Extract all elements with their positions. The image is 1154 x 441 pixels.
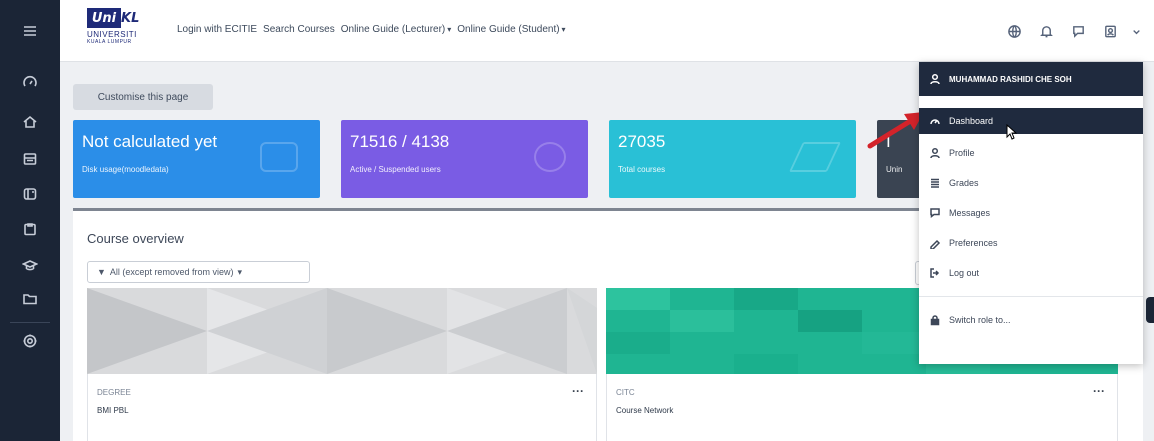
menu-item-profile[interactable]: Profile <box>919 140 1143 166</box>
stat-label: Unin <box>886 165 903 174</box>
stat-value: Not calculated yet <box>82 132 218 151</box>
menu-item-label: Switch role to... <box>949 315 1011 325</box>
menu-item-label: Messages <box>949 208 991 218</box>
logo-uni: Uni <box>87 8 121 28</box>
drawer-toggle-tab[interactable] <box>1146 297 1154 323</box>
user-name: MUHAMMAD RASHIDI CHE SOH <box>949 74 1072 84</box>
preferences-icon <box>930 239 941 249</box>
profile-icon <box>930 147 940 159</box>
unikl-logo[interactable]: Uni KL UNIVERSITI KUALA LUMPUR <box>87 8 155 56</box>
nav-online-guide-student[interactable]: Online Guide (Student) ▾ <box>457 24 565 35</box>
dashboard-icon[interactable] <box>0 67 60 97</box>
logout-icon <box>930 268 940 278</box>
user-menu-header[interactable]: MUHAMMAD RASHIDI CHE SOH <box>919 62 1143 96</box>
messages-icon <box>930 208 940 219</box>
stat-label: Disk usage(moodledata) <box>82 165 169 174</box>
stat-card-users: 71516 / 4138 Active / Suspended users <box>341 120 588 198</box>
course-filter-dropdown[interactable]: ▼ All (except removed from view) ▾ <box>87 261 310 283</box>
courses-icon[interactable] <box>0 179 60 209</box>
chevron-down-icon: ▾ <box>447 25 452 34</box>
course-banner-image <box>87 288 597 374</box>
menu-item-grades[interactable]: Grades <box>919 170 1143 196</box>
stat-card-disk-usage: Not calculated yet Disk usage(moodledata… <box>73 120 320 198</box>
home-icon[interactable] <box>0 107 60 137</box>
rail-divider <box>10 322 50 323</box>
chat-icon[interactable] <box>1062 18 1094 44</box>
logo-kl: KL <box>121 8 145 28</box>
left-nav-rail <box>0 0 60 441</box>
lock-icon <box>930 315 940 326</box>
envelope-icon <box>260 142 298 172</box>
course-name[interactable]: Course Network <box>616 406 673 415</box>
nav-online-guide-lecturer[interactable]: Online Guide (Lecturer) ▾ <box>341 24 452 35</box>
customise-page-button[interactable]: Customise this page <box>73 84 213 110</box>
user-menu-dropdown: MUHAMMAD RASHIDI CHE SOH Dashboard Profi… <box>919 62 1143 364</box>
chevron-down-icon: ▾ <box>237 266 242 277</box>
primary-nav: Login with ECITIE Search Courses Online … <box>177 24 566 35</box>
more-options-icon[interactable]: ··· <box>1093 384 1105 398</box>
dashboard-icon <box>930 119 940 125</box>
menu-item-label: Profile <box>949 148 975 158</box>
user-icon <box>930 73 940 85</box>
logo-line-2: KUALA LUMPUR <box>87 39 132 45</box>
course-name[interactable]: BMI PBL <box>97 406 129 415</box>
top-navbar: Uni KL UNIVERSITI KUALA LUMPUR Login wit… <box>60 0 1154 62</box>
menu-item-switch-role[interactable]: Switch role to... <box>919 307 1143 333</box>
menu-item-label: Grades <box>949 178 979 188</box>
course-overview-title: Course overview <box>87 231 184 246</box>
calendar-icon[interactable] <box>0 144 60 174</box>
menu-divider <box>919 296 1143 297</box>
course-meta: DEGREE BMI PBL ··· <box>87 374 597 441</box>
folder-icon[interactable] <box>0 284 60 314</box>
stat-value: 27035 <box>618 132 666 151</box>
user-avatar-icon[interactable] <box>1094 18 1126 44</box>
chevron-down-icon: ▾ <box>561 25 566 34</box>
annotation-arrow <box>867 112 924 149</box>
stat-value: 71516 / 4138 <box>350 132 450 151</box>
menu-item-preferences[interactable]: Preferences <box>919 230 1143 256</box>
settings-icon[interactable] <box>0 326 60 356</box>
clipboard-icon[interactable] <box>0 214 60 244</box>
nav-login-ecitie[interactable]: Login with ECITIE <box>177 24 257 35</box>
stat-label: Total courses <box>618 165 666 174</box>
globe-icon[interactable] <box>998 18 1030 44</box>
stat-label: Active / Suspended users <box>350 165 441 174</box>
menu-item-label: Dashboard <box>949 116 994 126</box>
course-category: DEGREE <box>97 388 131 397</box>
grades-icon <box>931 178 939 188</box>
moodle-dashboard: Uni KL UNIVERSITI KUALA LUMPUR Login wit… <box>0 0 1154 441</box>
menu-item-label: Preferences <box>949 238 998 248</box>
nav-online-guide-student-label: Online Guide (Student) <box>457 24 560 35</box>
graduation-cap-icon <box>789 142 841 172</box>
chevron-down-icon[interactable] <box>1126 18 1146 44</box>
course-category: CITC <box>616 388 635 397</box>
logo-line-1: UNIVERSITI <box>87 30 137 39</box>
mouse-pointer-icon <box>1006 124 1018 140</box>
users-icon <box>534 142 566 172</box>
menu-item-label: Log out <box>949 268 980 278</box>
nav-online-guide-lecturer-label: Online Guide (Lecturer) <box>340 24 446 35</box>
menu-item-logout[interactable]: Log out <box>919 260 1143 286</box>
course-filter-label: All (except removed from view) <box>109 267 234 277</box>
graduation-icon[interactable] <box>0 250 60 280</box>
course-meta: CITC Course Network ··· <box>606 374 1118 441</box>
menu-item-dashboard[interactable]: Dashboard <box>919 108 1143 134</box>
menu-icon[interactable] <box>0 16 60 46</box>
menu-item-messages[interactable]: Messages <box>919 200 1143 226</box>
filter-icon: ▼ <box>97 267 106 277</box>
navbar-icons <box>998 18 1146 44</box>
more-options-icon[interactable]: ··· <box>572 384 584 398</box>
course-banner-pattern <box>87 288 597 374</box>
course-card[interactable]: DEGREE BMI PBL ··· <box>87 288 597 441</box>
nav-search-courses[interactable]: Search Courses <box>263 24 335 35</box>
bell-icon[interactable] <box>1030 18 1062 44</box>
stat-card-courses: 27035 Total courses <box>609 120 856 198</box>
